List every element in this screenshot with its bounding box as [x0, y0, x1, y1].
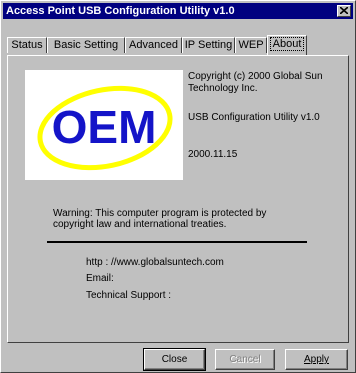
- tab-wep[interactable]: WEP: [235, 37, 267, 53]
- close-button[interactable]: Close: [143, 348, 206, 371]
- email-label: Email:: [86, 273, 114, 284]
- tab-about[interactable]: About: [267, 35, 307, 55]
- title-bar[interactable]: Access Point USB Configuration Utility v…: [3, 3, 353, 19]
- oem-logo: OEM: [25, 70, 183, 180]
- close-window-button[interactable]: [337, 5, 351, 17]
- logo-wordmark: OEM: [52, 101, 157, 153]
- build-date-text: 2000.11.15: [188, 149, 238, 160]
- copyright-text: Copyright (c) 2000 Global Sun: [188, 71, 323, 82]
- divider-line: [47, 241, 307, 243]
- apply-button[interactable]: Apply: [285, 349, 348, 370]
- support-label: Technical Support :: [86, 290, 172, 301]
- tab-ip-setting[interactable]: IP Setting: [182, 37, 235, 53]
- tab-status[interactable]: Status: [7, 37, 47, 53]
- tab-advanced[interactable]: Advanced: [125, 37, 182, 53]
- product-version-text: USB Configuration Utility v1.0: [188, 112, 320, 123]
- website-text: http : //www.globalsuntech.com: [86, 257, 224, 268]
- tab-basic-setting[interactable]: Basic Setting: [47, 37, 125, 53]
- company-text: Technology Inc.: [188, 83, 258, 94]
- window-title: Access Point USB Configuration Utility v…: [6, 5, 235, 17]
- warning-text-line2: copyright law and international treaties…: [53, 219, 227, 230]
- apply-button-label: Apply: [303, 354, 329, 365]
- cancel-button[interactable]: Cancel: [215, 349, 275, 370]
